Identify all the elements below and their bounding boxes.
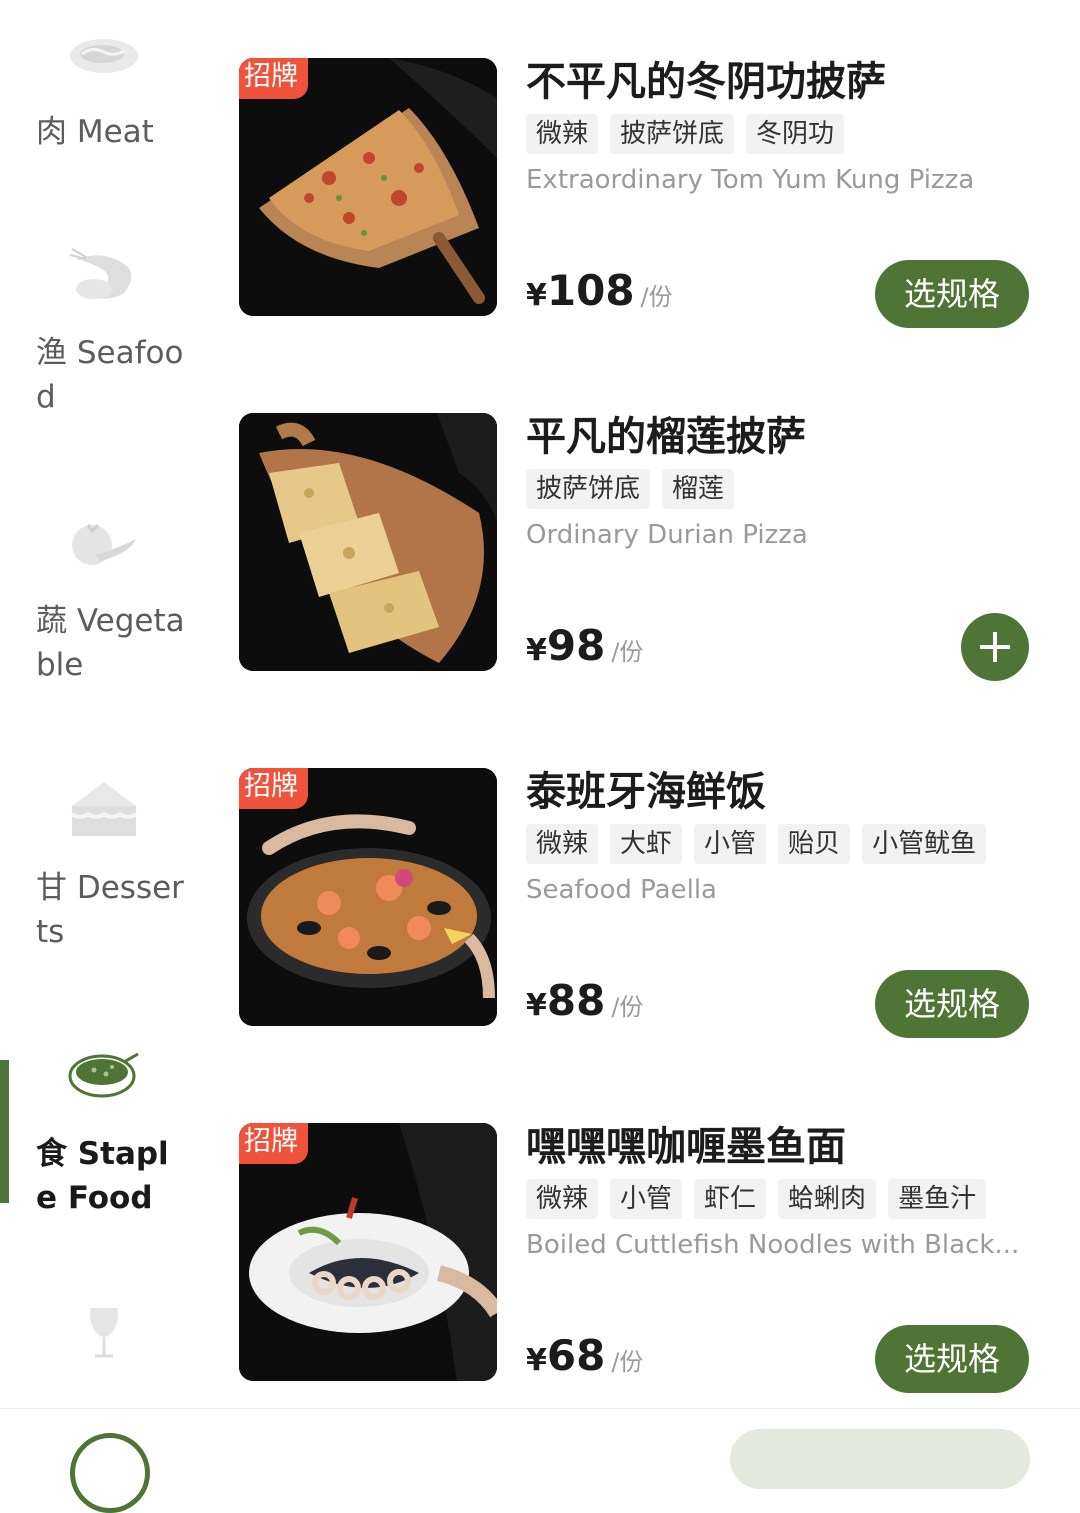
- dish-tags: 微辣 披萨饼底 冬阴功: [526, 114, 845, 154]
- dish-tag: 小管: [694, 824, 767, 864]
- dish-english-name: Seafood Paella: [526, 875, 717, 905]
- price-unit: /份: [611, 638, 644, 666]
- select-spec-button[interactable]: 选规格: [875, 970, 1029, 1038]
- sidebar-item-wine[interactable]: [0, 1305, 215, 1415]
- signature-badge: 招牌: [239, 1123, 308, 1164]
- dish-english-name: Extraordinary Tom Yum Kung Pizza: [526, 165, 975, 195]
- cart-icon[interactable]: [70, 1433, 150, 1513]
- dish-photo: [239, 413, 497, 671]
- shrimp-icon: [69, 248, 132, 299]
- dish-tag: 小管: [610, 1179, 683, 1219]
- bottom-cart-bar: [0, 1408, 1080, 1513]
- sidebar-item-desserts[interactable]: 甘 Desserts: [0, 780, 215, 960]
- meat-icon: [70, 39, 138, 73]
- dish-tags: 微辣 小管 虾仁 蛤蜊肉 墨鱼汁: [526, 1179, 987, 1219]
- dish-tags: 披萨饼底 榴莲: [526, 469, 735, 509]
- price-unit: /份: [611, 993, 644, 1021]
- price-unit: /份: [611, 1348, 644, 1376]
- checkout-button[interactable]: [730, 1429, 1030, 1489]
- sidebar-item-label: 甘 Desserts: [36, 870, 184, 950]
- cake-icon: [70, 782, 138, 836]
- vegetable-icon: [72, 523, 136, 565]
- sidebar-item-staple-food[interactable]: 食 Staple Food: [0, 1050, 215, 1220]
- dish-tag: 大虾: [610, 824, 683, 864]
- sidebar-item-label: 渔 Seafood: [36, 335, 184, 415]
- dish-photo: 招牌: [239, 768, 497, 1026]
- dish-card[interactable]: 招牌 嘿嘿嘿咖喱墨鱼面 微辣 小管 虾仁 蛤蜊肉 墨鱼汁 Boiled Cutt…: [239, 1123, 1039, 1393]
- currency-symbol: ¥: [526, 633, 547, 668]
- dish-tag: 微辣: [526, 1179, 599, 1219]
- sidebar-item-label: 食 Staple Food: [36, 1136, 169, 1216]
- dish-card[interactable]: 平凡的榴莲披萨 披萨饼底 榴莲 Ordinary Durian Pizza ¥9…: [239, 413, 1039, 681]
- dish-card[interactable]: 招牌 不平凡的冬阴功披萨 微辣 披萨饼底 冬阴功 Extraordinary T…: [239, 58, 1039, 328]
- add-to-cart-button[interactable]: [961, 613, 1029, 681]
- currency-symbol: ¥: [526, 988, 547, 1023]
- dish-tag: 冬阴功: [746, 114, 845, 154]
- dish-tag: 微辣: [526, 114, 599, 154]
- price-amount: 88: [546, 976, 606, 1025]
- currency-symbol: ¥: [526, 1343, 547, 1378]
- dish-tag: 榴莲: [662, 469, 735, 509]
- soup-bowl-icon: [68, 1052, 139, 1098]
- sidebar-item-seafood[interactable]: 渔 Seafood: [0, 245, 215, 425]
- dish-tag: 披萨饼底: [610, 114, 735, 154]
- price-amount: 108: [546, 266, 635, 315]
- price-amount: 98: [546, 621, 606, 670]
- dish-photo: 招牌: [239, 58, 497, 316]
- signature-badge: 招牌: [239, 58, 308, 99]
- dish-tag: 贻贝: [778, 824, 851, 864]
- dish-name: 嘿嘿嘿咖喱墨鱼面: [526, 1124, 846, 1170]
- signature-badge: 招牌: [239, 768, 308, 809]
- sidebar-item-label: 肉 Meat: [36, 114, 154, 150]
- dish-english-name: Boiled Cuttlefish Noodles with Black...: [526, 1230, 1020, 1260]
- dish-tag: 微辣: [526, 824, 599, 864]
- dish-name: 不平凡的冬阴功披萨: [526, 59, 886, 105]
- dish-tag: 墨鱼汁: [888, 1179, 987, 1219]
- dish-tag: 虾仁: [694, 1179, 767, 1219]
- dish-tag: 小管鱿鱼: [862, 824, 987, 864]
- price-unit: /份: [640, 283, 673, 311]
- dish-card[interactable]: 招牌 泰班牙海鲜饭 微辣 大虾 小管 贻贝 小管鱿鱼 Seafood Paell…: [239, 768, 1039, 1038]
- dish-price: ¥68/份: [526, 1331, 643, 1380]
- select-spec-button[interactable]: 选规格: [875, 260, 1029, 328]
- dish-name: 泰班牙海鲜饭: [526, 769, 766, 815]
- dish-tag: 蛤蜊肉: [778, 1179, 877, 1219]
- currency-symbol: ¥: [526, 278, 547, 313]
- dish-tag: 披萨饼底: [526, 469, 651, 509]
- dish-price: ¥98/份: [526, 621, 643, 670]
- wine-glass-icon: [90, 1308, 118, 1358]
- sidebar-item-meat[interactable]: 肉 Meat: [0, 30, 215, 180]
- dish-price: ¥88/份: [526, 976, 643, 1025]
- dish-english-name: Ordinary Durian Pizza: [526, 520, 808, 550]
- select-spec-button[interactable]: 选规格: [875, 1325, 1029, 1393]
- dish-tags: 微辣 大虾 小管 贻贝 小管鱿鱼: [526, 824, 987, 864]
- category-sidebar: 肉 Meat 渔 Seafood 蔬 Vegetable 甘 Desserts: [0, 0, 215, 1440]
- price-amount: 68: [546, 1331, 606, 1380]
- dish-name: 平凡的榴莲披萨: [526, 414, 806, 460]
- dish-photo: 招牌: [239, 1123, 497, 1381]
- dish-price: ¥108/份: [526, 266, 673, 315]
- sidebar-item-vegetable[interactable]: 蔬 Vegetable: [0, 515, 215, 695]
- sidebar-item-label: 蔬 Vegetable: [36, 603, 185, 683]
